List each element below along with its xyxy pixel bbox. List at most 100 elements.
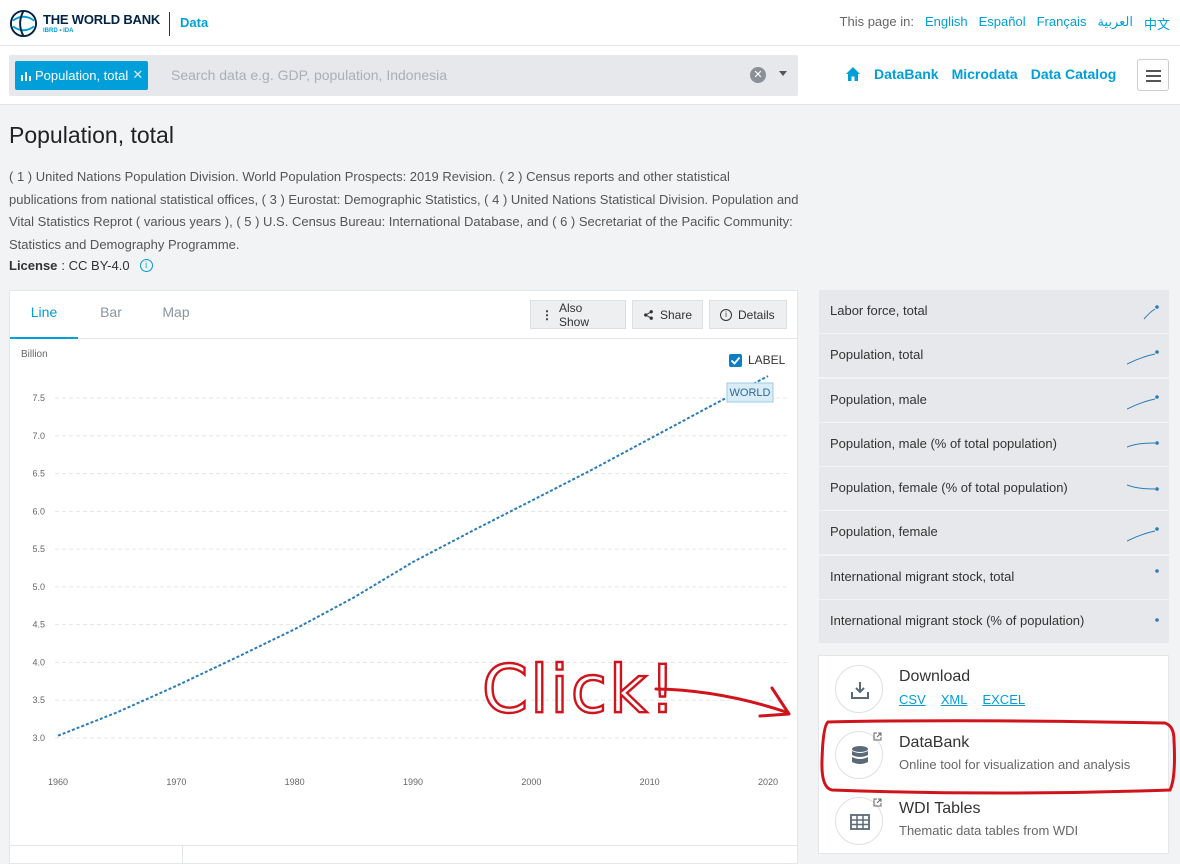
- license-line: License : CC BY-4.0 i: [9, 258, 153, 273]
- y-tick-label: 7.0: [32, 431, 45, 441]
- series-line-world[interactable]: [57, 375, 769, 737]
- related-item-label: Population, female: [830, 524, 938, 540]
- related-item[interactable]: Population, female: [819, 511, 1169, 555]
- sparkline-icon: [1155, 568, 1159, 573]
- chart-grid: [55, 397, 787, 739]
- label-checkbox-text: LABEL: [748, 353, 786, 367]
- logo-divider: [169, 12, 170, 36]
- sparkline-icon: [1127, 484, 1159, 491]
- license-value: : CC BY-4.0: [61, 258, 130, 273]
- chart-panel: Line Bar Map ⋮ Also Show Share i Details…: [9, 290, 798, 864]
- download-excel-link[interactable]: EXCEL: [982, 692, 1025, 707]
- search-row: Population, total ✕ Search data e.g. GDP…: [0, 46, 1180, 105]
- database-icon: [852, 746, 868, 764]
- sparkline-icon: [1143, 305, 1159, 320]
- x-tick-label: 1960: [48, 777, 68, 787]
- x-axis-ticks: 1960 1970 1980 1990 2000 2010 2020: [48, 777, 778, 787]
- download-section: Download CSV XML EXCEL: [819, 656, 1168, 722]
- related-item[interactable]: Population, total: [819, 334, 1169, 378]
- checkbox-checked-icon[interactable]: [729, 354, 742, 367]
- share-button[interactable]: Share: [632, 300, 703, 329]
- chart-unit-label: Billion: [21, 349, 48, 360]
- y-tick-label: 5.5: [32, 544, 45, 554]
- nav-data-catalog[interactable]: Data Catalog: [1031, 66, 1117, 82]
- chip-close-icon[interactable]: ✕: [132, 67, 143, 83]
- sparkline-icon: [1155, 618, 1159, 622]
- tab-line[interactable]: Line: [10, 291, 78, 339]
- external-link-icon: [873, 732, 882, 741]
- wdi-tables-link[interactable]: WDI Tables Thematic data tables from WDI: [819, 788, 1168, 854]
- chevron-down-icon[interactable]: [779, 71, 787, 76]
- chart-footer-divider: [182, 846, 183, 864]
- series-label-world: WORLD: [726, 382, 774, 403]
- download-icon: [851, 682, 869, 699]
- home-icon[interactable]: [845, 66, 861, 82]
- nav-databank[interactable]: DataBank: [874, 66, 939, 82]
- related-item[interactable]: International migrant stock (% of popula…: [819, 600, 1169, 644]
- menu-bar-icon: [1146, 80, 1161, 82]
- related-item[interactable]: Population, male: [819, 378, 1169, 422]
- logo-subtitle: IBRD • IDA: [43, 28, 74, 34]
- wdi-subtitle: Thematic data tables from WDI: [899, 823, 1079, 838]
- x-tick-label: 1990: [403, 777, 423, 787]
- related-item-label: International migrant stock, total: [830, 568, 1015, 584]
- y-tick-label: 5.0: [32, 582, 45, 592]
- databank-link[interactable]: DataBank Online tool for visualization a…: [819, 722, 1168, 788]
- databank-title: DataBank: [899, 734, 970, 751]
- sparkline-icon: [1127, 394, 1159, 410]
- menu-bar-icon: [1146, 75, 1161, 77]
- related-item-label: Population, total: [830, 347, 924, 363]
- y-tick-label: 7.5: [32, 393, 45, 403]
- x-tick-label: 2000: [521, 777, 541, 787]
- clear-search-icon[interactable]: ✕: [750, 67, 766, 83]
- related-item-label: International migrant stock (% of popula…: [830, 613, 1085, 629]
- line-chart: Billion 3.0 3.5 4.0 4.5 5.0 5.5 6.0 6.5 7.0 7.5 1…: [21, 349, 787, 787]
- y-tick-label: 4.0: [32, 657, 45, 667]
- language-english[interactable]: English: [925, 14, 968, 33]
- search-chip[interactable]: Population, total ✕: [15, 61, 149, 90]
- download-csv-link[interactable]: CSV: [899, 692, 926, 707]
- share-icon: [644, 309, 653, 320]
- logo-title[interactable]: THE WORLD BANK: [43, 12, 160, 27]
- menu-button[interactable]: [1137, 59, 1169, 91]
- language-spanish[interactable]: Español: [979, 14, 1026, 33]
- world-bank-globe-icon[interactable]: [9, 9, 38, 38]
- share-label: Share: [659, 307, 692, 322]
- sparkline-icon: [1127, 527, 1159, 542]
- source-description: ( 1 ) United Nations Population Division…: [9, 169, 799, 252]
- info-icon[interactable]: i: [139, 259, 153, 272]
- related-item[interactable]: Population, female (% of total populatio…: [819, 467, 1169, 511]
- vertical-dots-icon: ⋮: [541, 307, 553, 322]
- download-panel: Download CSV XML EXCEL DataBank Online t…: [818, 655, 1169, 854]
- language-chinese[interactable]: 中文: [1144, 14, 1170, 33]
- search-input[interactable]: Population, total ✕ Search data e.g. GDP…: [9, 55, 798, 96]
- related-item-label: Population, male: [830, 391, 927, 407]
- license-label: License: [9, 258, 58, 273]
- label-checkbox[interactable]: LABEL: [729, 353, 786, 367]
- page-title: Population, total: [9, 122, 174, 148]
- download-xml-link[interactable]: XML: [941, 692, 968, 707]
- details-button[interactable]: i Details: [709, 300, 787, 329]
- related-indicators: Labor force, total Population, total Pop…: [819, 290, 1169, 644]
- nav-microdata[interactable]: Microdata: [952, 66, 1018, 82]
- chart-tabs: Line Bar Map ⋮ Also Show Share i Details: [10, 291, 797, 339]
- bar-chart-icon: [21, 71, 31, 81]
- related-item[interactable]: Population, male (% of total population): [819, 422, 1169, 466]
- search-placeholder: Search data e.g. GDP, population, Indone…: [171, 67, 448, 83]
- tab-bar[interactable]: Bar: [88, 291, 134, 339]
- related-item[interactable]: International migrant stock, total: [819, 555, 1169, 599]
- sparkline-icon: [1127, 441, 1159, 448]
- y-tick-label: 6.0: [32, 506, 45, 516]
- series-label-text: WORLD: [730, 387, 771, 399]
- language-french[interactable]: Français: [1037, 14, 1087, 33]
- section-data-link[interactable]: Data: [180, 15, 208, 30]
- language-arabic[interactable]: العربية: [1097, 14, 1133, 33]
- top-header: THE WORLD BANK IBRD • IDA Data This page…: [0, 0, 1180, 46]
- related-item-label: Population, female (% of total populatio…: [830, 480, 1068, 496]
- related-item[interactable]: Labor force, total: [819, 290, 1169, 333]
- wdi-title: WDI Tables: [899, 800, 981, 817]
- tab-map[interactable]: Map: [151, 291, 201, 339]
- also-show-button[interactable]: ⋮ Also Show: [530, 300, 626, 329]
- search-chip-label: Population, total: [35, 68, 129, 83]
- y-tick-label: 3.0: [32, 733, 45, 743]
